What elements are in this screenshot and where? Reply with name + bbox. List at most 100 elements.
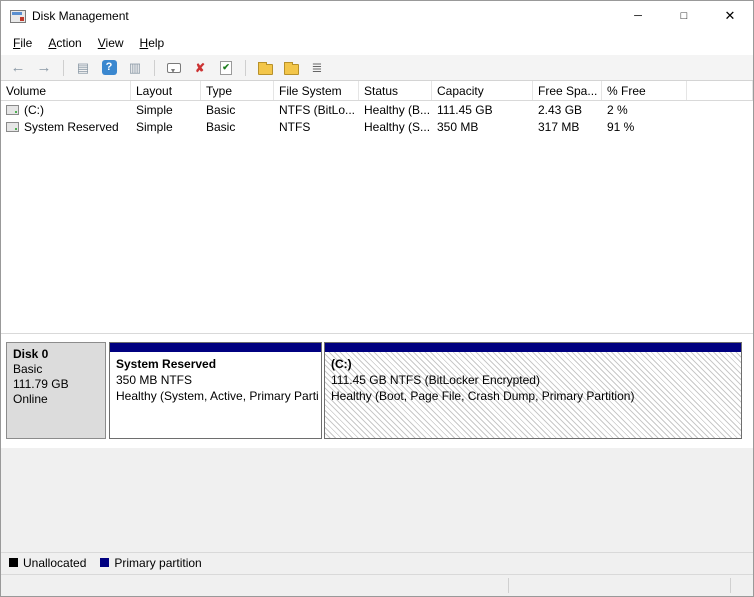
column-header-free-space[interactable]: Free Spa... (533, 81, 602, 100)
folder-search-glyph (284, 64, 299, 75)
cell-percent-free: 91 % (602, 120, 687, 134)
partition-title: System Reserved (116, 356, 315, 372)
minimize-button[interactable]: ─ (615, 1, 661, 31)
toolbar-separator (63, 60, 64, 76)
partition-detail: 350 MB NTFS (116, 372, 315, 388)
partition-color-bar (325, 343, 741, 352)
legend-bar: Unallocated Primary partition (1, 552, 753, 572)
column-header-percent-free[interactable]: % Free (602, 81, 687, 100)
partition-status: Healthy (System, Active, Primary Parti (116, 388, 315, 404)
volume-list-pane: Volume Layout Type File System Status Ca… (1, 81, 753, 333)
partition-c[interactable]: (C:) 111.45 GB NTFS (BitLocker Encrypted… (324, 342, 742, 439)
partition-body: System Reserved 350 MB NTFS Healthy (Sys… (110, 352, 321, 438)
disk0-panel[interactable]: Disk 0 Basic 111.79 GB Online (6, 342, 106, 439)
speech-bubble-glyph (167, 63, 181, 73)
folder-glyph (258, 64, 273, 75)
graphical-view-pane: Disk 0 Basic 111.79 GB Online System Res… (1, 333, 753, 448)
legend-label: Primary partition (114, 556, 201, 570)
partition-title: (C:) (331, 356, 735, 372)
cell-volume: (C:) (1, 103, 131, 117)
cell-type: Basic (201, 120, 274, 134)
toolbar-separator (245, 60, 246, 76)
cell-volume: System Reserved (1, 120, 131, 134)
close-button[interactable]: ✕ (707, 1, 753, 31)
list-glyph: ≣ (312, 61, 323, 74)
disk-name: Disk 0 (13, 347, 99, 362)
find-folder-icon[interactable] (282, 59, 300, 77)
help-glyph: ? (102, 60, 117, 75)
cell-layout: Simple (131, 120, 201, 134)
column-header-status[interactable]: Status (359, 81, 432, 100)
cell-file-system: NTFS (BitLo... (274, 103, 359, 117)
disk-size: 111.79 GB (13, 377, 99, 392)
cell-status: Healthy (S... (359, 120, 432, 134)
menu-view[interactable]: View (90, 32, 132, 54)
partition-color-bar (110, 343, 321, 352)
action-menu-icon[interactable] (165, 59, 183, 77)
partition-body: (C:) 111.45 GB NTFS (BitLocker Encrypted… (325, 352, 741, 438)
cell-free-space: 2.43 GB (533, 103, 602, 117)
properties-icon[interactable]: ✔ (217, 59, 235, 77)
cell-type: Basic (201, 103, 274, 117)
menu-help[interactable]: Help (132, 32, 173, 54)
cell-capacity: 350 MB (432, 120, 533, 134)
delete-volume-icon[interactable]: ✘ (191, 59, 209, 77)
drive-icon (6, 122, 19, 132)
action-pane-glyph: ▥ (129, 61, 141, 74)
toolbar: ← → ▤ ? ▥ ✘ ✔ ≣ (1, 55, 753, 81)
show-action-pane-icon[interactable]: ▥ (126, 59, 144, 77)
unallocated-swatch (9, 558, 18, 567)
help-icon[interactable]: ? (100, 59, 118, 77)
disk-status: Online (13, 392, 99, 407)
cell-free-space: 317 MB (533, 120, 602, 134)
title-bar: Disk Management ─ □ ✕ (1, 1, 753, 31)
disk-management-window: Disk Management ─ □ ✕ File Action View H… (0, 0, 754, 597)
maximize-button[interactable]: □ (661, 1, 707, 31)
cell-layout: Simple (131, 103, 201, 117)
cell-status: Healthy (B... (359, 103, 432, 117)
cell-capacity: 111.45 GB (432, 103, 533, 117)
console-tree-glyph: ▤ (77, 61, 89, 74)
forward-arrow-glyph: → (37, 60, 52, 75)
delete-glyph: ✘ (195, 62, 205, 74)
toolbar-separator (154, 60, 155, 76)
app-icon (10, 10, 26, 23)
menu-action[interactable]: Action (40, 32, 89, 54)
volume-row-system-reserved[interactable]: System Reserved Simple Basic NTFS Health… (1, 118, 753, 135)
column-header-capacity[interactable]: Capacity (432, 81, 533, 100)
forward-icon[interactable]: → (35, 59, 53, 77)
column-header-filler (687, 81, 753, 100)
column-header-layout[interactable]: Layout (131, 81, 201, 100)
status-bar-divider (508, 578, 509, 593)
partition-status: Healthy (Boot, Page File, Crash Dump, Pr… (331, 388, 735, 404)
cell-percent-free: 2 % (602, 103, 687, 117)
partition-detail: 111.45 GB NTFS (BitLocker Encrypted) (331, 372, 735, 388)
legend-item-unallocated: Unallocated (9, 556, 86, 570)
back-arrow-glyph: ← (11, 60, 26, 75)
menu-file[interactable]: File (5, 32, 40, 54)
column-header-volume[interactable]: Volume (1, 81, 131, 100)
volume-row-c[interactable]: (C:) Simple Basic NTFS (BitLo... Healthy… (1, 101, 753, 118)
cell-file-system: NTFS (274, 120, 359, 134)
partition-system-reserved[interactable]: System Reserved 350 MB NTFS Healthy (Sys… (109, 342, 322, 439)
primary-partition-swatch (100, 558, 109, 567)
show-console-tree-icon[interactable]: ▤ (74, 59, 92, 77)
view-fields-icon[interactable]: ≣ (308, 59, 326, 77)
column-header-file-system[interactable]: File System (274, 81, 359, 100)
check-page-glyph: ✔ (220, 61, 232, 75)
volume-name: System Reserved (24, 120, 119, 134)
caption-buttons: ─ □ ✕ (615, 1, 753, 31)
legend-label: Unallocated (23, 556, 86, 570)
status-bar-divider (730, 578, 731, 593)
disk-type: Basic (13, 362, 99, 377)
window-title: Disk Management (32, 9, 129, 23)
back-icon[interactable]: ← (9, 59, 27, 77)
drive-icon (6, 105, 19, 115)
legend-item-primary-partition: Primary partition (100, 556, 201, 570)
open-folder-icon[interactable] (256, 59, 274, 77)
status-bar (1, 574, 753, 596)
column-header-type[interactable]: Type (201, 81, 274, 100)
menu-bar: File Action View Help (1, 31, 753, 55)
volume-list-header: Volume Layout Type File System Status Ca… (1, 81, 753, 101)
volume-name: (C:) (24, 103, 44, 117)
